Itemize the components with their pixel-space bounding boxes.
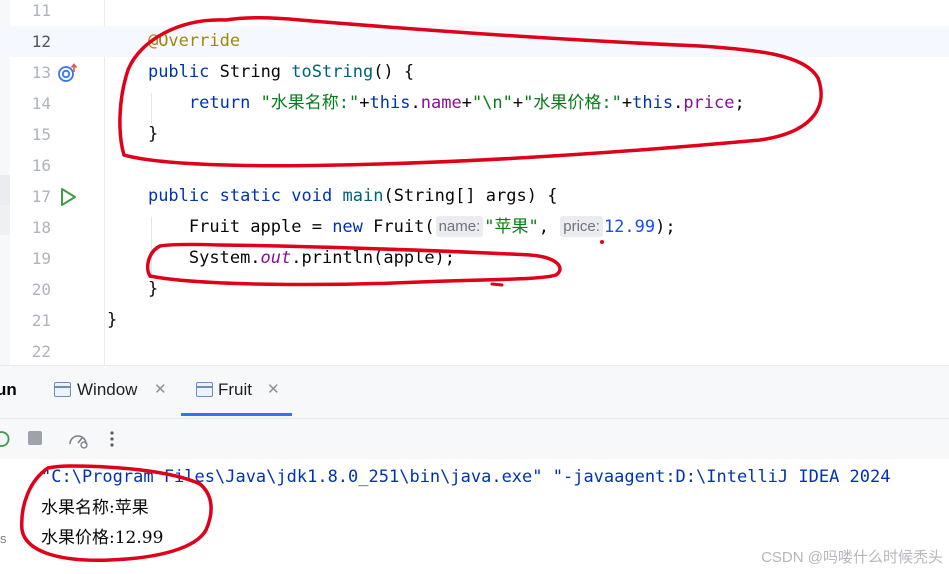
line-number: 12 — [31, 32, 51, 51]
code-text[interactable]: Fruit apple = new Fruit(name: "苹果", price… — [107, 212, 676, 243]
code-text[interactable]: } — [107, 305, 117, 336]
window-icon — [196, 382, 213, 397]
code-text[interactable]: @Override — [107, 26, 240, 57]
tab-window[interactable]: Window ✕ — [54, 366, 170, 416]
console-command-line: "C:\Program Files\Java\jdk1.8.0_251\bin\… — [41, 467, 891, 487]
code-line[interactable]: 16 — [0, 150, 949, 181]
code-text[interactable]: } — [107, 119, 158, 150]
console-output-line: 水果价格:12.99 — [41, 528, 164, 548]
active-tab-indicator — [181, 413, 292, 416]
run-tool-window: un Window ✕ Fruit ✕ s "C:\Program Files\… — [0, 365, 949, 574]
code-line[interactable]: 22 — [0, 336, 949, 367]
line-number: 22 — [31, 342, 51, 361]
line-number: 13 — [31, 63, 51, 82]
dump-threads-icon[interactable] — [67, 429, 89, 449]
code-line[interactable]: 11 — [0, 0, 949, 26]
code-line[interactable]: 13 public String toString() { — [0, 57, 949, 88]
rerun-icon[interactable] — [0, 429, 10, 449]
line-number: 11 — [31, 1, 51, 20]
line-number: 14 — [31, 94, 51, 113]
window-icon — [54, 382, 71, 397]
code-line[interactable]: 19 System.out.println(apple); — [0, 243, 949, 274]
code-line[interactable]: 20 } — [0, 274, 949, 305]
more-icon[interactable] — [106, 429, 118, 449]
line-number: 19 — [31, 249, 51, 268]
code-line[interactable]: 18 Fruit apple = new Fruit(name: "苹果", pr… — [0, 212, 949, 243]
line-number: 21 — [31, 311, 51, 330]
code-line[interactable]: 17 public static void main(String[] args… — [0, 181, 949, 212]
code-line[interactable]: 14 return "水果名称:"+this.name+"\n"+"水果价格:"… — [0, 88, 949, 119]
tab-label: Fruit — [218, 380, 252, 399]
run-main-icon[interactable] — [57, 186, 79, 208]
code-text[interactable]: System.out.println(apple); — [107, 243, 455, 274]
line-number: 16 — [31, 156, 51, 175]
override-method-icon[interactable] — [57, 62, 79, 84]
run-toolbar — [0, 418, 949, 459]
line-number: 15 — [31, 125, 51, 144]
code-text[interactable]: public static void main(String[] args) { — [107, 181, 558, 212]
line-number: 18 — [31, 218, 51, 237]
code-editor[interactable]: 11 12 @Override 13 public String toStrin… — [0, 0, 949, 365]
line-number: 20 — [31, 280, 51, 299]
code-line[interactable]: 15 } — [0, 119, 949, 150]
annotation-token: @Override — [147, 31, 241, 51]
parameter-hint: name: — [435, 216, 484, 237]
parameter-hint: price: — [560, 216, 603, 237]
close-icon[interactable]: ✕ — [267, 380, 280, 398]
run-panel-title: un — [0, 380, 17, 399]
tab-fruit[interactable]: Fruit ✕ — [181, 366, 292, 416]
code-line-current[interactable]: 12 @Override — [0, 26, 949, 57]
side-label: s — [0, 531, 7, 546]
close-icon[interactable]: ✕ — [154, 380, 167, 398]
code-text[interactable]: } — [107, 274, 158, 305]
watermark: CSDN @吗喽什么时候秃头 — [761, 549, 943, 566]
code-text[interactable]: public String toString() { — [107, 57, 414, 88]
line-number: 17 — [31, 187, 51, 206]
tab-label: Window — [77, 380, 138, 399]
stop-icon[interactable] — [26, 429, 44, 447]
console-output-line: 水果名称:苹果 — [41, 498, 149, 518]
run-tab-strip: un Window ✕ Fruit ✕ — [0, 366, 949, 416]
code-text[interactable]: return "水果名称:"+this.name+"\n"+"水果价格:"+th… — [107, 88, 745, 119]
code-line[interactable]: 21 } — [0, 305, 949, 336]
